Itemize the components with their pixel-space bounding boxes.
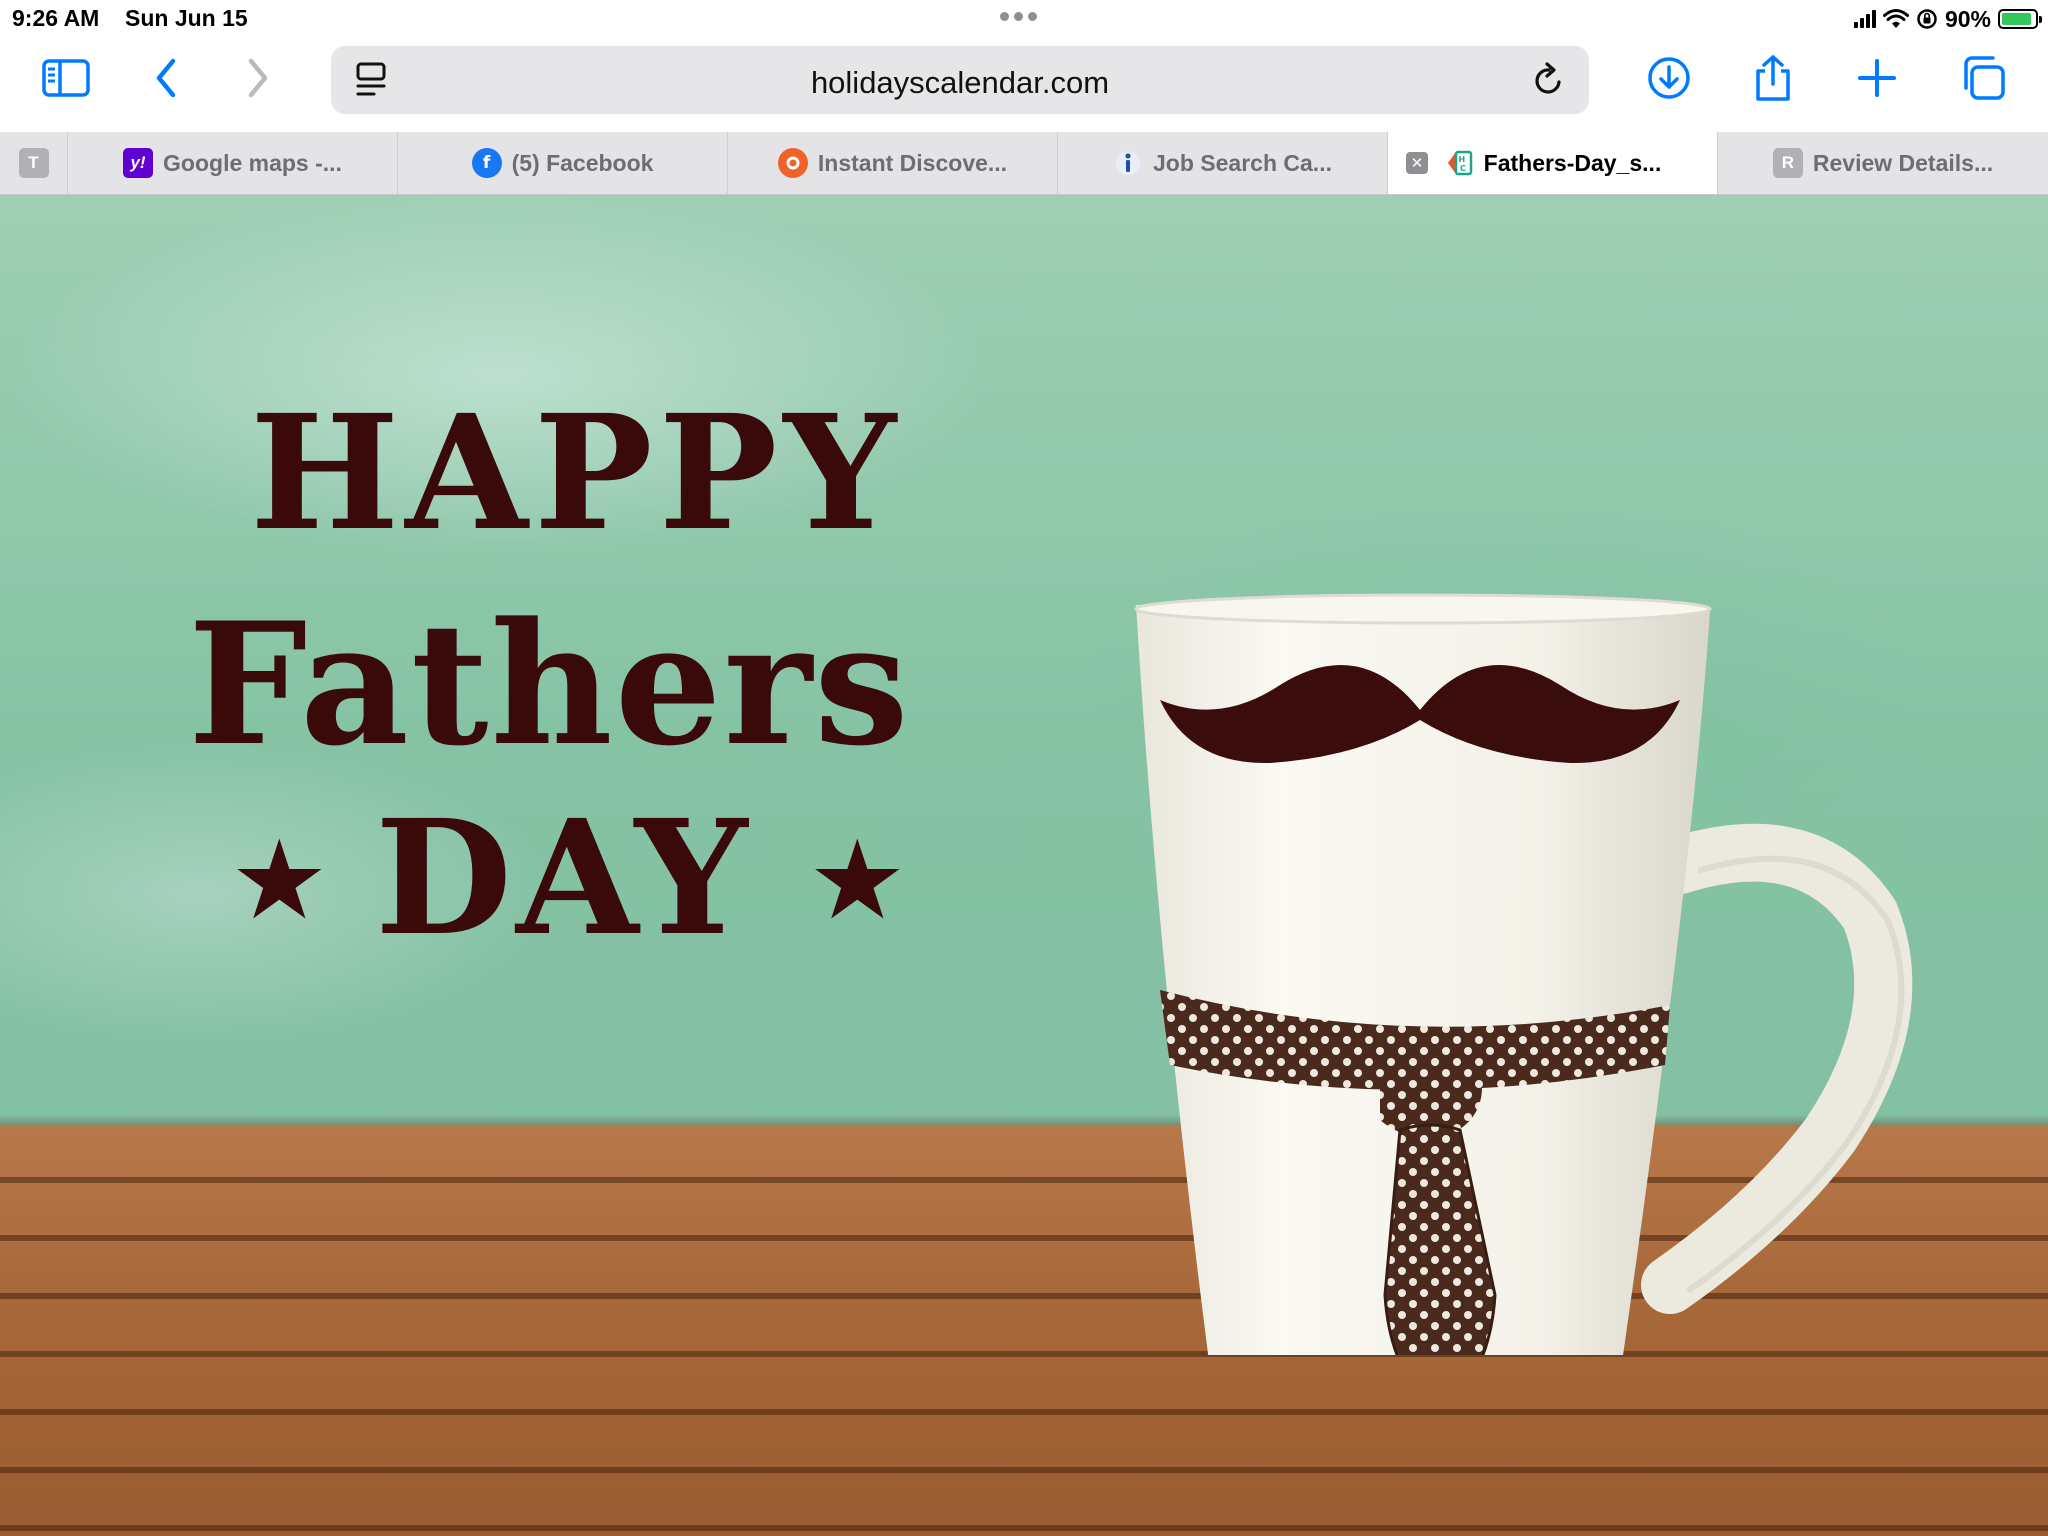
tab-pinned-t[interactable]: T xyxy=(0,132,67,194)
fathers-day-image: HAPPY Fathers ★ DAY ★ xyxy=(0,195,2048,1536)
battery-percent: 90% xyxy=(1944,5,1991,32)
status-bar: 9:26 AM Sun Jun 15 90% xyxy=(0,0,2048,38)
plus-icon[interactable] xyxy=(1849,54,1905,102)
tab-label: Google maps -... xyxy=(163,149,342,176)
tab-label: Job Search Ca... xyxy=(1153,149,1332,176)
tab-instant-discovery[interactable]: Instant Discove... xyxy=(727,132,1057,194)
greeting-line-happy: HAPPY xyxy=(250,381,903,566)
tab-label: (5) Facebook xyxy=(511,149,654,176)
download-icon[interactable] xyxy=(1641,54,1697,102)
url-text[interactable]: holidayscalendar.com xyxy=(331,65,1589,101)
tab-google-maps[interactable]: y! Google maps -... xyxy=(67,132,397,194)
star-icon: ★ xyxy=(230,816,329,944)
tabs-icon[interactable] xyxy=(1955,54,2011,102)
browser-toolbar: holidayscalendar.com xyxy=(0,38,2048,132)
multitasking-menu-icon[interactable] xyxy=(1000,12,1037,21)
back-button[interactable] xyxy=(138,54,194,102)
tab-review-details[interactable]: R Review Details... xyxy=(1717,132,2048,194)
tab-facebook[interactable]: f (5) Facebook xyxy=(397,132,727,194)
svg-text:C: C xyxy=(1460,164,1466,173)
address-bar[interactable]: holidayscalendar.com xyxy=(331,46,1589,114)
chevron-right-icon xyxy=(248,58,268,98)
close-tab-icon[interactable]: ✕ xyxy=(1406,152,1428,174)
status-indicators: 90% xyxy=(1853,4,2042,34)
tab-job-search[interactable]: Job Search Ca... xyxy=(1057,132,1387,194)
forward-button[interactable] xyxy=(230,54,286,102)
battery-icon xyxy=(1998,9,2042,29)
facebook-icon: f xyxy=(471,148,502,178)
reload-icon[interactable] xyxy=(1527,58,1571,102)
sidebar-icon[interactable] xyxy=(38,54,94,102)
greeting-line-day: DAY xyxy=(375,786,752,971)
mug-illustration xyxy=(1134,593,1913,1355)
star-icon: ★ xyxy=(808,816,907,944)
orientation-lock-icon xyxy=(1917,9,1937,29)
info-icon xyxy=(1113,148,1143,178)
status-time: 9:26 AM xyxy=(12,5,100,31)
tab-favicon-t: T xyxy=(18,148,49,178)
tab-label: Instant Discove... xyxy=(817,149,1008,176)
yahoo-icon: y! xyxy=(123,148,154,178)
svg-text:H: H xyxy=(1458,155,1465,164)
tab-strip: T y! Google maps -... f (5) Facebook Ins… xyxy=(0,132,2048,195)
chevron-left-icon xyxy=(156,58,176,98)
tab-favicon-r: R xyxy=(1772,148,1803,178)
status-date: Sun Jun 15 xyxy=(125,5,248,31)
holidays-calendar-icon: HC xyxy=(1444,148,1474,178)
cellular-signal-icon xyxy=(1853,10,1876,28)
tab-label: Review Details... xyxy=(1812,149,1994,176)
tab-fathers-day[interactable]: ✕ HC Fathers-Day_s... xyxy=(1387,132,1717,194)
instant-discovery-icon xyxy=(777,148,808,178)
wifi-icon xyxy=(1882,9,1909,28)
share-icon[interactable] xyxy=(1745,54,1801,102)
greeting-line-fathers: Fathers xyxy=(188,585,911,783)
tab-label: Fathers-Day_s... xyxy=(1483,149,1662,176)
